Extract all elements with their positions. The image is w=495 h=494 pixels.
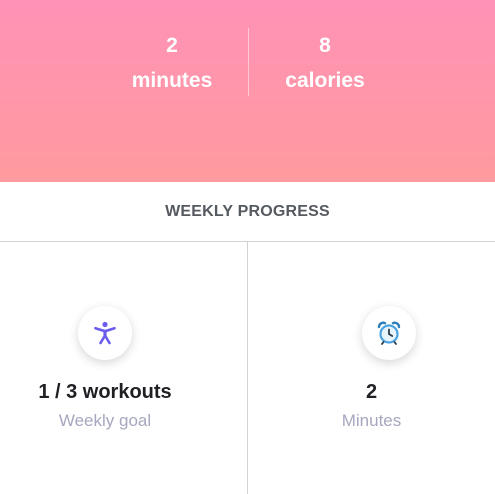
minutes-value: 2 <box>166 34 178 57</box>
minutes-progress-label: Minutes <box>341 411 402 430</box>
minutes-unit: minutes <box>131 69 213 92</box>
calories-stat: 8 calories <box>250 33 400 94</box>
minutes-progress-value: 2 <box>365 381 378 403</box>
calories-unit: calories <box>285 69 365 92</box>
calories-value: 8 <box>319 34 331 57</box>
minutes-stat: 2 minutes <box>97 33 247 94</box>
workouts-card: 1 / 3 workouts Weekly goal <box>0 242 247 494</box>
workouts-icon-badge <box>78 306 132 360</box>
person-exercise-icon <box>94 321 116 345</box>
minutes-card: 2 Minutes <box>248 242 495 494</box>
workouts-label: Weekly goal <box>58 411 152 430</box>
weekly-progress-title: WEEKLY PROGRESS <box>165 203 330 220</box>
workouts-value: 1 / 3 workouts <box>38 381 172 403</box>
summary-header: 2 minutes 8 calories <box>0 0 495 182</box>
stat-divider <box>248 28 249 96</box>
minutes-icon-badge <box>362 306 416 360</box>
alarm-clock-icon <box>377 321 401 345</box>
